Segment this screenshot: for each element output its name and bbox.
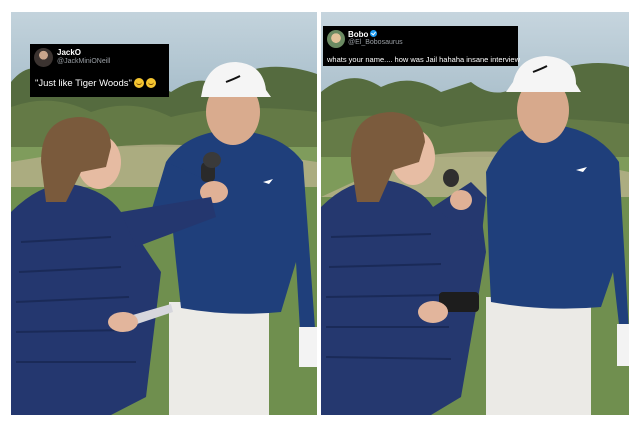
tweet-text: "Just like Tiger Woods": [35, 78, 156, 89]
tweet-overlay-right: Bobo @El_Bobosaurus whats your name.... …: [323, 26, 521, 66]
verified-badge-icon: [370, 30, 378, 37]
interview-photo-right: [321, 12, 629, 415]
rolling-laughing-face-icon: [145, 78, 156, 88]
tweet-body: "Just like Tiger Woods": [35, 78, 132, 89]
display-name-text: Bobo: [348, 30, 369, 39]
user-handle: @El_Bobosaurus: [348, 39, 403, 46]
tweet-text: whats your name.... how was Jail hahaha …: [327, 55, 521, 64]
display-name: Bobo: [348, 30, 378, 39]
video-frame-left: JackO @JackMiniONeill "Just like Tiger W…: [11, 12, 317, 415]
avatar: [34, 48, 53, 67]
user-handle: @JackMiniONeill: [57, 58, 111, 65]
video-frame-right: Bobo @El_Bobosaurus whats your name.... …: [321, 12, 629, 415]
crying-face-icon: [133, 78, 144, 88]
avatar: [327, 30, 345, 48]
display-name: JackO: [57, 48, 82, 57]
tweet-overlay-left: JackO @JackMiniONeill "Just like Tiger W…: [30, 44, 169, 97]
